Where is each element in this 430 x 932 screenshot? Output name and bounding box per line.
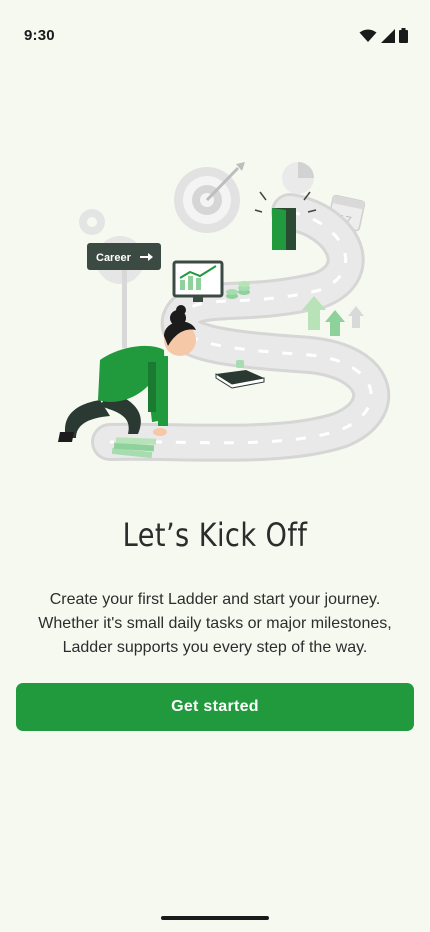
page-title: Let’s Kick Off	[122, 516, 308, 554]
monitor-chart-icon	[172, 260, 224, 302]
target-icon	[174, 162, 245, 233]
status-icons	[359, 28, 408, 43]
career-sign-label: Career	[96, 252, 132, 264]
intro-description: Create your first Ladder and start your …	[38, 591, 392, 656]
career-sign: Career	[87, 243, 161, 348]
cellular-signal-icon	[381, 28, 395, 43]
battery-icon	[399, 28, 408, 43]
pie-chart-icon	[282, 162, 314, 194]
get-started-button[interactable]: Get started	[16, 683, 414, 731]
status-bar: 9:30	[0, 0, 430, 72]
status-time: 9:30	[24, 27, 55, 44]
onboarding-screen: 9:30 17 Career Let’s Kick Off Create you…	[0, 0, 430, 932]
career-journey-illustration: 17 Career	[58, 162, 391, 462]
home-indicator[interactable]	[161, 916, 269, 920]
wifi-icon	[359, 29, 377, 42]
